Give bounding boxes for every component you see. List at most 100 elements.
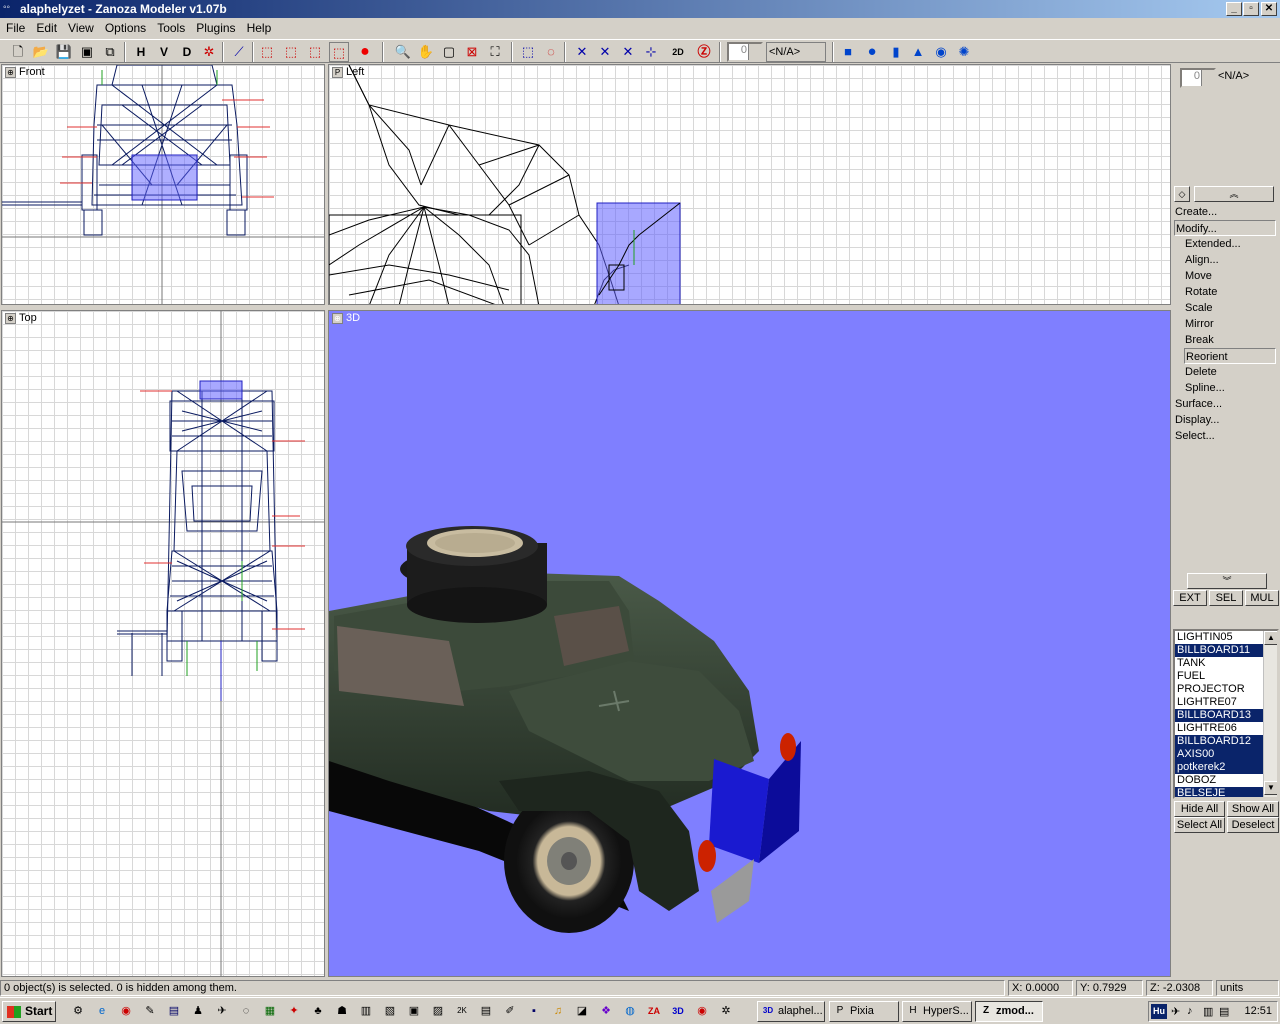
move-axis-icon[interactable]: ✕	[572, 42, 592, 62]
object-list-item[interactable]: LIGHTRE07	[1175, 696, 1263, 709]
close-button[interactable]: ✕	[1261, 2, 1277, 16]
tab-sel[interactable]: SEL	[1209, 590, 1243, 606]
pan-hand-icon[interactable]: ✋	[416, 42, 436, 62]
quicklaunch-icon[interactable]: ✲	[718, 1003, 734, 1019]
object-list-item[interactable]: FUEL	[1175, 670, 1263, 683]
rotate-axis-icon[interactable]: ✕	[595, 42, 615, 62]
start-button[interactable]: Start	[2, 1001, 56, 1022]
toolbar-combo[interactable]: <N/A>	[766, 42, 826, 62]
object-list-item[interactable]: LIGHTIN05	[1175, 631, 1263, 644]
quicklaunch-icon[interactable]: ✦	[286, 1003, 302, 1019]
task-button[interactable]: 3D alaphel...	[757, 1001, 825, 1022]
task-button[interactable]: H HyperS...	[902, 1001, 972, 1022]
object-list-item[interactable]: BELSEJE	[1175, 787, 1263, 797]
deselect-button[interactable]: Deselect	[1227, 817, 1279, 833]
quicklaunch-icon[interactable]: ☗	[334, 1003, 350, 1019]
cube-red-icon[interactable]: ⬚	[329, 42, 349, 62]
zoom-extents-icon[interactable]: ⛶	[485, 42, 505, 62]
hide-all-button[interactable]: Hide All	[1174, 801, 1225, 817]
task-button-active[interactable]: Zzmod...	[975, 1001, 1043, 1022]
maximize-button[interactable]: ▫	[1243, 2, 1259, 16]
panel-menu-item[interactable]: Modify...	[1174, 220, 1276, 236]
select-circle-icon[interactable]: ◌	[541, 42, 561, 62]
view-v-button[interactable]: V	[154, 42, 174, 62]
viewport-left[interactable]: P Left	[328, 64, 1171, 305]
object-list-item[interactable]: AXIS00	[1175, 748, 1263, 761]
panel-spin-input[interactable]: 0	[1180, 68, 1216, 88]
quicklaunch-icon[interactable]: ▦	[262, 1003, 278, 1019]
new-icon[interactable]: 🗋	[8, 42, 28, 62]
object-list-item[interactable]: potkerek2	[1175, 761, 1263, 774]
quicklaunch-icon[interactable]: ▤	[478, 1003, 494, 1019]
tab-mul[interactable]: MUL	[1245, 590, 1279, 606]
quicklaunch-icon[interactable]: ▣	[406, 1003, 422, 1019]
notepad-icon[interactable]: ✎	[142, 1003, 158, 1019]
select-rect-icon[interactable]: ⬚	[518, 42, 538, 62]
cone-primitive-icon[interactable]: ▲	[908, 42, 928, 62]
cylinder-primitive-icon[interactable]: ▮	[886, 42, 906, 62]
menu-options[interactable]: Options	[99, 18, 151, 35]
quicklaunch-icon[interactable]: ◌	[238, 1003, 254, 1019]
panel-menu-item[interactable]: Mirror	[1184, 316, 1276, 332]
object-list-scrollbar[interactable]: ▲ ▼	[1263, 631, 1277, 797]
panel-scroll-down-icon[interactable]: ︾	[1187, 573, 1267, 589]
panel-menu-item[interactable]: Break	[1184, 332, 1276, 348]
panel-menu-item[interactable]: Spline...	[1184, 380, 1276, 396]
panel-menu-item[interactable]: Create...	[1174, 204, 1276, 220]
quicklaunch-icon[interactable]: ◉	[118, 1003, 134, 1019]
wireframe-icon[interactable]: ✲	[199, 42, 219, 62]
tray-icon[interactable]: ✈	[1171, 1005, 1180, 1018]
scale-axis-icon[interactable]: ✕	[618, 42, 638, 62]
save-icon[interactable]: 💾	[54, 42, 74, 62]
cube-solid-icon[interactable]: ⬚	[281, 42, 301, 62]
viewport-zoom-icon[interactable]: ⊕	[5, 312, 16, 324]
menu-tools[interactable]: Tools	[151, 18, 190, 35]
task-button[interactable]: P Pixia	[829, 1001, 899, 1022]
tray-icon[interactable]: ♪	[1187, 1005, 1193, 1017]
quicklaunch-icon[interactable]: ▨	[430, 1003, 446, 1019]
quicklaunch-icon[interactable]: ◪	[574, 1003, 590, 1019]
minimize-button[interactable]: _	[1226, 2, 1242, 16]
box-view-icon[interactable]: ▢	[439, 42, 459, 62]
menu-plugins[interactable]: Plugins	[190, 18, 240, 35]
viewport-3d[interactable]: ⊕ 3D	[328, 310, 1171, 977]
open-icon[interactable]: 📂	[31, 42, 51, 62]
quicklaunch-icon[interactable]: ▥	[358, 1003, 374, 1019]
viewport-zoom-icon[interactable]: ⊕	[332, 312, 343, 324]
quicklaunch-icon[interactable]: 3D	[670, 1003, 686, 1019]
menu-edit[interactable]: Edit	[30, 18, 62, 35]
object-list-item[interactable]: BILLBOARD13	[1175, 709, 1263, 722]
zoom-region-icon[interactable]: ⊠	[462, 42, 482, 62]
panel-menu-item[interactable]: Extended...	[1184, 236, 1276, 252]
panel-combo[interactable]: <N/A>	[1218, 70, 1249, 82]
gear-primitive-icon[interactable]: ✺	[954, 42, 974, 62]
object-list-item[interactable]: DOBOZ	[1175, 774, 1263, 787]
show-all-button[interactable]: Show All	[1227, 801, 1279, 817]
view-d-button[interactable]: D	[177, 42, 197, 62]
panel-menu-item[interactable]: Delete	[1184, 364, 1276, 380]
sphere-primitive-icon[interactable]: ●	[862, 42, 882, 62]
axis-icon[interactable]: ⊹	[641, 42, 661, 62]
view-h-button[interactable]: H	[131, 42, 151, 62]
quicklaunch-icon[interactable]: ZA	[646, 1003, 662, 1019]
zanoza-icon[interactable]: Ⓩ	[694, 42, 714, 62]
panel-menu-item[interactable]: Display...	[1174, 412, 1276, 428]
language-indicator[interactable]: Hu	[1151, 1004, 1167, 1019]
cube-textured-icon[interactable]: ⬚	[305, 42, 325, 62]
panel-menu-item[interactable]: Surface...	[1174, 396, 1276, 412]
quicklaunch-icon[interactable]: ✐	[502, 1003, 518, 1019]
quicklaunch-icon[interactable]: ⚙	[70, 1003, 86, 1019]
viewport-top[interactable]: ⊕ Top	[1, 310, 325, 977]
object-list-item[interactable]: BILLBOARD12	[1175, 735, 1263, 748]
panel-scroll-up-icon[interactable]: ︽	[1194, 186, 1274, 202]
panel-menu-item[interactable]: Reorient	[1184, 348, 1276, 364]
quicklaunch-icon[interactable]: ❖	[598, 1003, 614, 1019]
select-all-button[interactable]: Select All	[1174, 817, 1225, 833]
menu-file[interactable]: File	[0, 18, 30, 35]
cube-icon[interactable]: ⬚	[257, 42, 277, 62]
quicklaunch-icon[interactable]: ♣	[310, 1003, 326, 1019]
convert-2d-3d-icon[interactable]: 2D	[668, 42, 688, 62]
panel-menu-item[interactable]: Align...	[1184, 252, 1276, 268]
object-list-item[interactable]: BILLBOARD11	[1175, 644, 1263, 657]
scroll-up-icon[interactable]: ▲	[1264, 631, 1277, 645]
